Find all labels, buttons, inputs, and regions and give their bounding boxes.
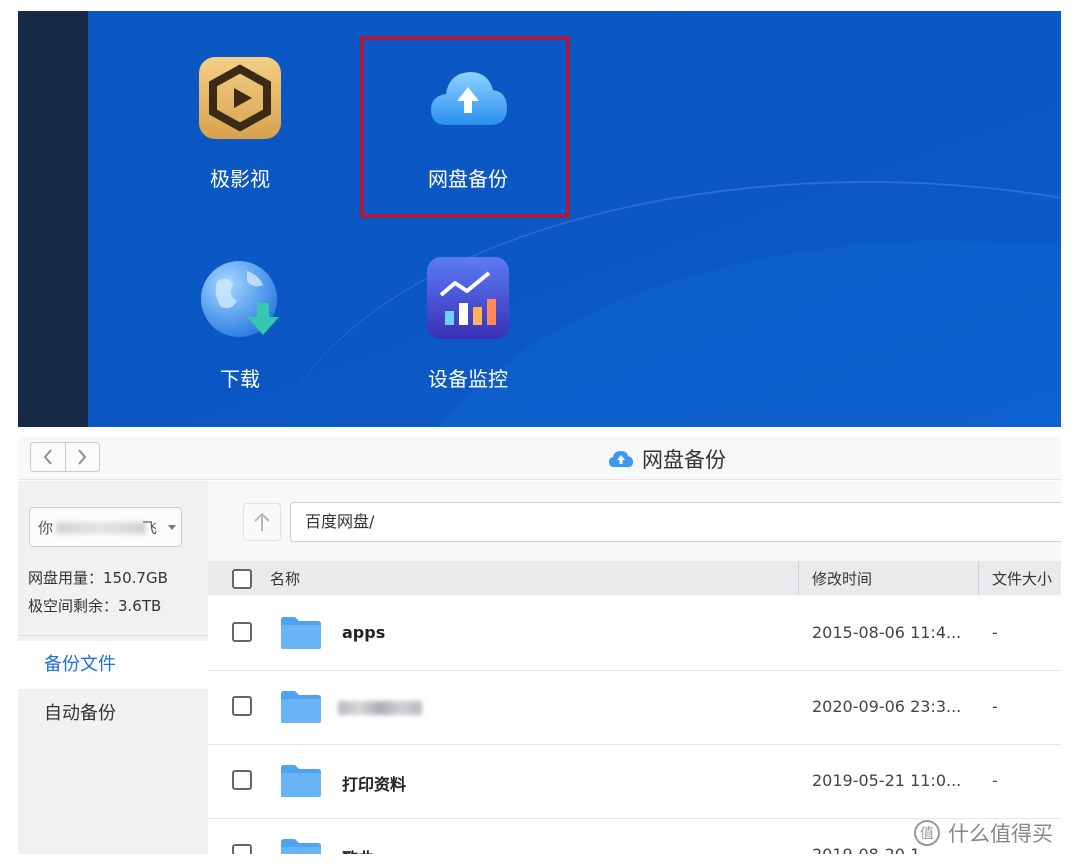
forward-button[interactable] <box>64 443 100 471</box>
quota-free: 极空间剩余：3.6TB <box>28 597 162 615</box>
row-checkbox[interactable] <box>232 770 252 790</box>
svg-text:值: 值 <box>920 826 934 842</box>
column-divider <box>798 561 799 595</box>
file-name-blurred <box>338 701 422 715</box>
left-panel: 你 飞 网盘用量：150.7GB 极空间剩余：3.6TB 备份文件 自动备份 <box>18 481 208 854</box>
table-row[interactable]: apps 2015-08-06 11:4... - <box>208 597 1061 671</box>
account-name-end: 飞 <box>142 519 158 537</box>
chevron-right-icon <box>78 449 87 465</box>
column-modified[interactable]: 修改时间 <box>812 568 872 589</box>
chevron-left-icon <box>43 449 52 465</box>
column-divider <box>978 561 979 595</box>
folder-icon <box>281 691 321 723</box>
film-reel-icon <box>199 57 281 139</box>
watermark: 值 什么值得买 <box>912 818 1053 848</box>
up-button[interactable] <box>243 503 281 541</box>
path-input[interactable]: 百度网盘/ <box>290 502 1061 542</box>
watermark-text: 什么值得买 <box>948 822 1053 846</box>
table-row[interactable]: 2020-09-06 23:3... - <box>208 671 1061 745</box>
nav-buttons <box>30 442 100 472</box>
folder-icon <box>281 839 321 854</box>
table-header: 名称 修改时间 文件大小 <box>208 561 1061 595</box>
row-checkbox[interactable] <box>232 622 252 642</box>
file-modified: 2015-08-06 11:4... <box>812 623 962 642</box>
path-bar: 百度网盘/ <box>208 481 1061 561</box>
highlight-box <box>360 36 570 218</box>
column-name[interactable]: 名称 <box>270 568 300 589</box>
folder-icon <box>281 617 321 649</box>
quota-used: 网盘用量：150.7GB <box>28 569 168 587</box>
cloud-backup-window: 网盘备份 你 飞 网盘用量：150.7GB 极空间剩余：3.6TB 备份文件 自… <box>18 437 1061 854</box>
file-modified: 2020-09-06 23:3... <box>812 697 962 716</box>
file-name: apps <box>342 623 386 642</box>
row-checkbox[interactable] <box>232 696 252 716</box>
desktop-panel: 极影视 网盘备份 下载 设备监控 <box>18 11 1061 427</box>
row-checkbox[interactable] <box>232 844 252 854</box>
select-all-checkbox[interactable] <box>232 569 252 589</box>
desktop-sidebar <box>18 11 88 427</box>
file-name: 歌曲 <box>342 845 374 854</box>
globe-download-icon <box>201 261 279 337</box>
back-button[interactable] <box>31 443 65 471</box>
account-name-start: 你 <box>38 519 54 537</box>
app-label: 下载 <box>220 367 260 391</box>
chevron-down-icon <box>168 525 176 530</box>
table-row[interactable]: 打印资料 2019-05-21 11:0... - <box>208 745 1061 819</box>
watermark-logo-icon: 值 <box>914 820 940 846</box>
app-label: 设备监控 <box>428 367 508 391</box>
file-size: - <box>992 623 998 642</box>
folder-icon <box>281 765 321 797</box>
file-size: - <box>992 771 998 790</box>
file-name: 打印资料 <box>342 775 407 794</box>
window-title: 网盘备份 <box>608 444 726 474</box>
file-modified: 2019-05-21 11:0... <box>812 771 962 790</box>
window-title-text: 网盘备份 <box>642 448 726 472</box>
arrow-up-icon <box>254 512 270 531</box>
monitor-chart-icon <box>427 257 509 339</box>
menu-item-backup-files[interactable]: 备份文件 <box>18 641 208 689</box>
app-label: 极影视 <box>210 167 270 191</box>
column-size[interactable]: 文件大小 <box>992 568 1052 589</box>
cloud-upload-icon <box>609 451 633 467</box>
divider <box>18 635 208 636</box>
title-bar: 网盘备份 <box>18 437 1061 480</box>
file-size: - <box>992 697 998 716</box>
account-name-blurred <box>56 522 146 534</box>
account-selector[interactable]: 你 飞 <box>29 507 182 547</box>
file-list: apps 2015-08-06 11:4... - 2020-09-06 23:… <box>208 597 1061 854</box>
menu-item-auto-backup[interactable]: 自动备份 <box>18 690 208 738</box>
